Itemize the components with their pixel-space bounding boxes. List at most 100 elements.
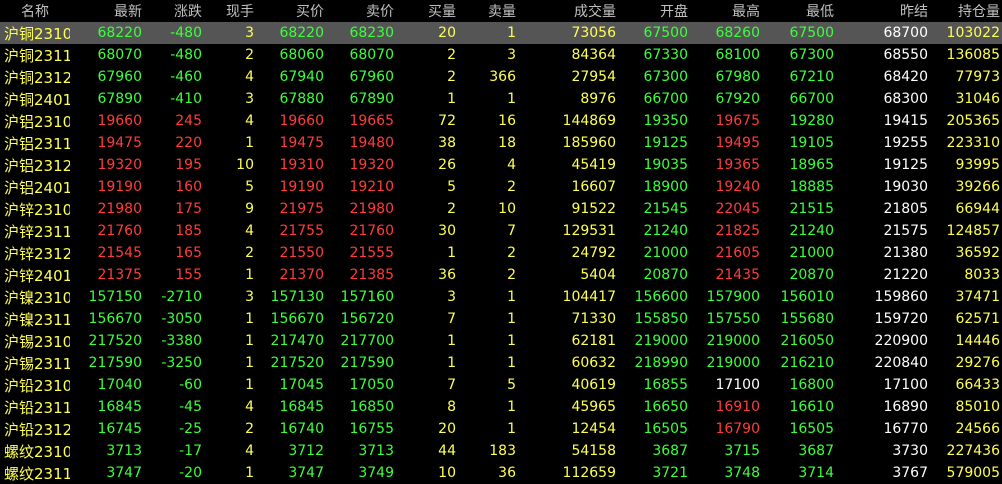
cell-last: 19190 xyxy=(97,179,142,195)
cell-askvol: 18 xyxy=(498,135,516,151)
table-row[interactable]: 螺纹2311 3747 -20 1 3747 3749 10 36 112659 3721 3748… xyxy=(0,462,1002,484)
col-header-low[interactable]: 最低 xyxy=(762,0,836,22)
col-header-change[interactable]: 涨跌 xyxy=(144,0,204,22)
cell-volume: 84364 xyxy=(571,47,616,63)
table-row[interactable]: 沪镍2311 156670 -3050 1 156670 156720 7 1 71330 155… xyxy=(0,308,1002,330)
table-row[interactable]: 沪铜2310 68220 -480 3 68220 68230 20 1 73056 67500 6… xyxy=(0,22,1002,44)
cell-bid: 19475 xyxy=(279,135,324,151)
table-row[interactable]: 沪锌2312 21545 165 2 21550 21555 1 2 24792 21000 216… xyxy=(0,242,1002,264)
cell-hand: 4 xyxy=(245,113,254,129)
col-header-hand[interactable]: 现手 xyxy=(204,0,256,22)
cell-open: 3687 xyxy=(652,443,688,459)
table-row[interactable]: 沪铝2401 19190 160 5 19190 19210 5 2 16607 18900 192… xyxy=(0,176,1002,198)
table-row[interactable]: 沪铜2401 67890 -410 3 67880 67890 1 1 8976 66700 679… xyxy=(0,88,1002,110)
table-row[interactable]: 沪锌2401 21375 155 1 21370 21385 36 2 5404 20870 214… xyxy=(0,264,1002,286)
table-row[interactable]: 沪锌2310 21980 175 9 21975 21980 2 10 91522 21545 22… xyxy=(0,198,1002,220)
cell-prev: 16770 xyxy=(883,421,928,437)
cell-volume: 144869 xyxy=(562,113,616,129)
cell-bidvol: 7 xyxy=(447,377,456,393)
cell-high: 19675 xyxy=(715,113,760,129)
cell-high: 157900 xyxy=(706,289,760,305)
cell-prev: 220840 xyxy=(874,355,928,371)
cell-bidvol: 1 xyxy=(447,355,456,371)
cell-name: 螺纹2311 xyxy=(4,464,70,483)
cell-bid: 217520 xyxy=(270,355,324,371)
cell-low: 16800 xyxy=(789,377,834,393)
cell-last: 3713 xyxy=(106,443,142,459)
cell-change: -480 xyxy=(170,47,202,63)
col-header-high[interactable]: 最高 xyxy=(690,0,762,22)
cell-askvol: 1 xyxy=(507,289,516,305)
col-header-bidvol[interactable]: 买量 xyxy=(396,0,458,22)
cell-high: 22045 xyxy=(715,201,760,217)
table-row[interactable]: 沪铝2312 19320 195 10 19310 19320 26 4 45419 19035 1… xyxy=(0,154,1002,176)
table-row[interactable]: 沪铝2311 19475 220 1 19475 19480 38 18 185960 19125… xyxy=(0,132,1002,154)
cell-prev: 19125 xyxy=(883,157,928,173)
cell-volume: 71330 xyxy=(571,311,616,327)
table-row[interactable]: 沪锡2311 217590 -3250 1 217520 217590 1 1 60632 218… xyxy=(0,352,1002,374)
cell-high: 68100 xyxy=(715,47,760,63)
cell-change: 160 xyxy=(175,179,202,195)
table-row[interactable]: 沪镍2310 157150 -2710 3 157130 157160 3 1 104417 15… xyxy=(0,286,1002,308)
cell-hand: 4 xyxy=(245,443,254,459)
table-row[interactable]: 沪铅2310 17040 -60 1 17045 17050 7 5 40619 16855 171… xyxy=(0,374,1002,396)
cell-low: 21000 xyxy=(789,245,834,261)
table-row[interactable]: 沪锌2311 21760 185 4 21755 21760 30 7 129531 21240 2… xyxy=(0,220,1002,242)
cell-low: 67210 xyxy=(789,69,834,85)
cell-hand: 1 xyxy=(245,465,254,481)
cell-prev: 21805 xyxy=(883,201,928,217)
table-row[interactable]: 沪铜2312 67960 -460 4 67940 67960 2 366 27954 67300… xyxy=(0,66,1002,88)
cell-low: 3714 xyxy=(798,465,834,481)
table-row[interactable]: 沪铅2312 16745 -25 2 16740 16755 20 1 12454 16505 16… xyxy=(0,418,1002,440)
cell-hand: 4 xyxy=(245,399,254,415)
cell-name: 沪铅2311 xyxy=(4,398,70,417)
cell-low: 67300 xyxy=(789,47,834,63)
cell-last: 19475 xyxy=(97,135,142,151)
cell-hand: 1 xyxy=(245,355,254,371)
cell-askvol: 10 xyxy=(498,201,516,217)
cell-bid: 67940 xyxy=(279,69,324,85)
col-header-askvol[interactable]: 卖量 xyxy=(458,0,518,22)
cell-oi: 31046 xyxy=(955,91,1000,107)
cell-low: 16505 xyxy=(789,421,834,437)
table-row[interactable]: 沪铝2310 19660 245 4 19660 19665 72 16 144869 19350… xyxy=(0,110,1002,132)
cell-oi: 103022 xyxy=(930,22,1002,44)
cell-oi: 62571 xyxy=(955,311,1000,327)
cell-name: 沪铝2401 xyxy=(4,178,70,197)
cell-low: 3687 xyxy=(798,443,834,459)
cell-volume: 62181 xyxy=(571,333,616,349)
cell-hand: 2 xyxy=(245,47,254,63)
cell-ask: 21555 xyxy=(349,245,394,261)
cell-askvol: 1 xyxy=(458,22,518,44)
cell-bid: 156670 xyxy=(270,311,324,327)
cell-high: 19495 xyxy=(715,135,760,151)
col-header-open[interactable]: 开盘 xyxy=(618,0,690,22)
table-row[interactable]: 沪锡2310 217520 -3380 1 217470 217700 1 1 62181 219… xyxy=(0,330,1002,352)
cell-high: 157550 xyxy=(706,311,760,327)
cell-change: -2710 xyxy=(161,289,202,305)
col-header-last[interactable]: 最新 xyxy=(70,0,144,22)
cell-oi: 579005 xyxy=(946,465,1000,481)
col-header-ask[interactable]: 卖价 xyxy=(326,0,396,22)
table-row[interactable]: 沪铅2311 16845 -45 4 16845 16850 8 1 45965 16650 169… xyxy=(0,396,1002,418)
table-row[interactable]: 螺纹2310 3713 -17 4 3712 3713 44 183 54158 3687 3715… xyxy=(0,440,1002,462)
cell-volume: 27954 xyxy=(571,69,616,85)
cell-oi: 39266 xyxy=(955,179,1000,195)
table-row[interactable]: 沪铜2311 68070 -480 2 68060 68070 2 3 84364 67330 68… xyxy=(0,44,1002,66)
cell-ask: 21385 xyxy=(349,267,394,283)
col-header-name[interactable]: 名称 xyxy=(0,0,70,22)
cell-change: -3250 xyxy=(161,355,202,371)
cell-bidvol: 2 xyxy=(447,69,456,85)
cell-askvol: 4 xyxy=(507,157,516,173)
cell-bidvol: 1 xyxy=(447,245,456,261)
col-header-volume[interactable]: 成交量 xyxy=(518,0,618,22)
cell-open: 16855 xyxy=(643,377,688,393)
col-header-oi[interactable]: 持仓量 xyxy=(930,0,1002,22)
cell-bid: 17045 xyxy=(279,377,324,393)
cell-askvol: 2 xyxy=(507,267,516,283)
cell-name: 沪铝2311 xyxy=(4,134,70,153)
cell-oi: 36592 xyxy=(955,245,1000,261)
col-header-prev[interactable]: 昨结 xyxy=(836,0,930,22)
cell-prev: 68420 xyxy=(883,69,928,85)
col-header-bid[interactable]: 买价 xyxy=(256,0,326,22)
